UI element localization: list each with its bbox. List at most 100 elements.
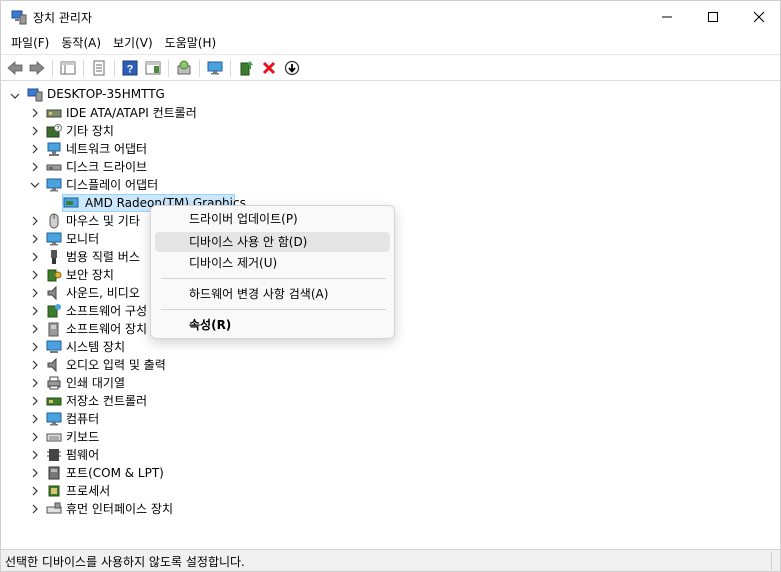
tree-item-label[interactable]: 소프트웨어 구성 [66, 302, 147, 320]
processor-icon [48, 485, 60, 497]
menu-file[interactable]: 파일(F) [5, 33, 55, 53]
help-icon: ? [122, 60, 138, 76]
chevron-down-icon[interactable] [30, 180, 40, 190]
toolbar-separator [199, 60, 200, 77]
tree-item-label[interactable]: 보안 장치 [66, 266, 114, 284]
network-adapter-icon [47, 142, 61, 156]
tree-item-label[interactable]: 모니터 [66, 230, 99, 248]
tree-item-label[interactable]: 디스크 드라이브 [66, 158, 147, 176]
chevron-right-icon[interactable] [30, 288, 40, 298]
chevron-right-icon[interactable] [30, 270, 40, 280]
properties-sheet-icon [93, 60, 105, 76]
close-button[interactable] [736, 1, 781, 33]
chevron-right-icon[interactable] [30, 414, 40, 424]
action-pane-icon [145, 61, 161, 75]
tree-item-label[interactable]: 범용 직렬 버스 [66, 248, 140, 266]
chevron-right-icon[interactable] [30, 468, 40, 478]
tree-item-label[interactable]: 펌웨어 [66, 446, 99, 464]
audio-io-icon [47, 357, 57, 373]
software-component-icon [47, 304, 61, 318]
chevron-right-icon[interactable] [30, 252, 40, 262]
toolbar-separator [83, 60, 84, 77]
storage-controller-icon [46, 397, 62, 406]
printer-icon [47, 376, 61, 390]
ide-controller-icon [46, 109, 62, 118]
minimize-button[interactable] [644, 1, 690, 33]
menu-action[interactable]: 동작(A) [55, 33, 107, 53]
tree-item-label[interactable]: 저장소 컨트롤러 [66, 392, 147, 410]
maximize-icon [708, 12, 718, 22]
chevron-right-icon[interactable] [30, 306, 40, 316]
disable-device-toolbar-button[interactable] [283, 59, 301, 77]
chevron-right-icon[interactable] [30, 396, 40, 406]
chevron-right-icon[interactable] [30, 432, 40, 442]
maximize-button[interactable] [690, 1, 736, 33]
tree-item-label[interactable]: 휴먼 인터페이스 장치 [66, 500, 173, 518]
chevron-right-icon[interactable] [30, 486, 40, 496]
tree-item-label[interactable]: 프로세서 [66, 482, 110, 500]
chevron-right-icon[interactable] [30, 378, 40, 388]
show-hide-tree-button[interactable] [59, 59, 77, 77]
firmware-icon [47, 449, 61, 461]
scan-hardware-button[interactable] [175, 59, 193, 77]
chevron-right-icon[interactable] [30, 342, 40, 352]
display-card-icon [63, 197, 79, 208]
action-pane-button[interactable] [144, 59, 162, 77]
ctx-scan-hardware[interactable]: 하드웨어 변경 사항 검색(A) [155, 284, 390, 304]
update-driver-toolbar-button[interactable] [237, 59, 255, 77]
hid-icon [46, 502, 62, 514]
ctx-update-driver[interactable]: 드라이버 업데이트(P) [155, 209, 390, 229]
tree-item-label[interactable]: 키보드 [66, 428, 99, 446]
ctx-uninstall-device[interactable]: 디바이스 제거(U) [155, 253, 390, 273]
menu-view[interactable]: 보기(V) [107, 33, 159, 53]
tree-item-label[interactable]: 오디오 입력 및 출력 [66, 356, 166, 374]
tree-item-label[interactable]: 사운드, 비디오 [66, 284, 140, 302]
tree-item-label[interactable]: 컴퓨터 [66, 410, 99, 428]
menu-help[interactable]: 도움말(H) [159, 33, 223, 53]
computer-root-icon [27, 88, 43, 102]
ctx-properties[interactable]: 속성(R) [155, 315, 390, 335]
toolbar: ? [1, 54, 780, 81]
forward-button[interactable] [28, 59, 46, 77]
chevron-down-icon[interactable] [10, 91, 20, 101]
menu-bar: 파일(F) 동작(A) 보기(V) 도움말(H) [1, 33, 780, 53]
tree-item-label[interactable]: 네트워크 어댑터 [66, 140, 147, 158]
tree-root-label[interactable]: DESKTOP-35HMTTG [47, 85, 165, 103]
uninstall-toolbar-button[interactable] [260, 59, 278, 77]
back-button[interactable] [6, 59, 24, 77]
tree-item-label[interactable]: 마우스 및 기타 [66, 212, 140, 230]
chevron-right-icon[interactable] [30, 126, 40, 136]
chevron-right-icon[interactable] [30, 324, 40, 334]
chevron-right-icon[interactable] [30, 234, 40, 244]
chevron-right-icon[interactable] [30, 504, 40, 514]
chevron-right-icon[interactable] [30, 144, 40, 154]
tree-item-label[interactable]: 시스템 장치 [66, 338, 125, 356]
chevron-right-icon[interactable] [30, 360, 40, 370]
properties-toolbar-button[interactable] [90, 59, 108, 77]
tree-item-label[interactable]: 인쇄 대기열 [66, 374, 125, 392]
tree-item-label[interactable]: 소프트웨어 장치 [66, 320, 147, 338]
monitor-toolbar-button[interactable] [206, 59, 224, 77]
software-device-icon [48, 322, 59, 337]
toolbar-separator [230, 60, 231, 77]
tree-item-label[interactable]: IDE ATA/ATAPI 컨트롤러 [66, 104, 197, 122]
tree-item-label[interactable]: 기타 장치 [66, 122, 114, 140]
monitor-icon [46, 232, 62, 246]
security-device-icon [47, 269, 62, 282]
tree-item-label[interactable]: 포트(COM & LPT) [66, 464, 164, 482]
mouse-icon [49, 213, 59, 229]
display-adapter-icon [46, 178, 62, 192]
forward-arrow-icon [29, 61, 45, 75]
chevron-right-icon[interactable] [30, 108, 40, 118]
help-button[interactable]: ? [121, 59, 139, 77]
tree-item-label[interactable]: 디스플레이 어댑터 [66, 176, 158, 194]
status-bar: 선택한 디바이스를 사용하지 않도록 설정합니다. [1, 549, 780, 571]
ctx-disable-device[interactable]: 디바이스 사용 안 함(D) [155, 232, 390, 252]
toolbar-separator [52, 60, 53, 77]
minimize-icon [662, 16, 672, 18]
device-manager-window: 장치 관리자 파일(F) 동작(A) 보기(V) 도움말(H) ? DESKTO… [0, 0, 781, 572]
chevron-right-icon[interactable] [30, 162, 40, 172]
chevron-right-icon[interactable] [30, 216, 40, 226]
toolbar-separator [168, 60, 169, 77]
chevron-right-icon[interactable] [30, 450, 40, 460]
